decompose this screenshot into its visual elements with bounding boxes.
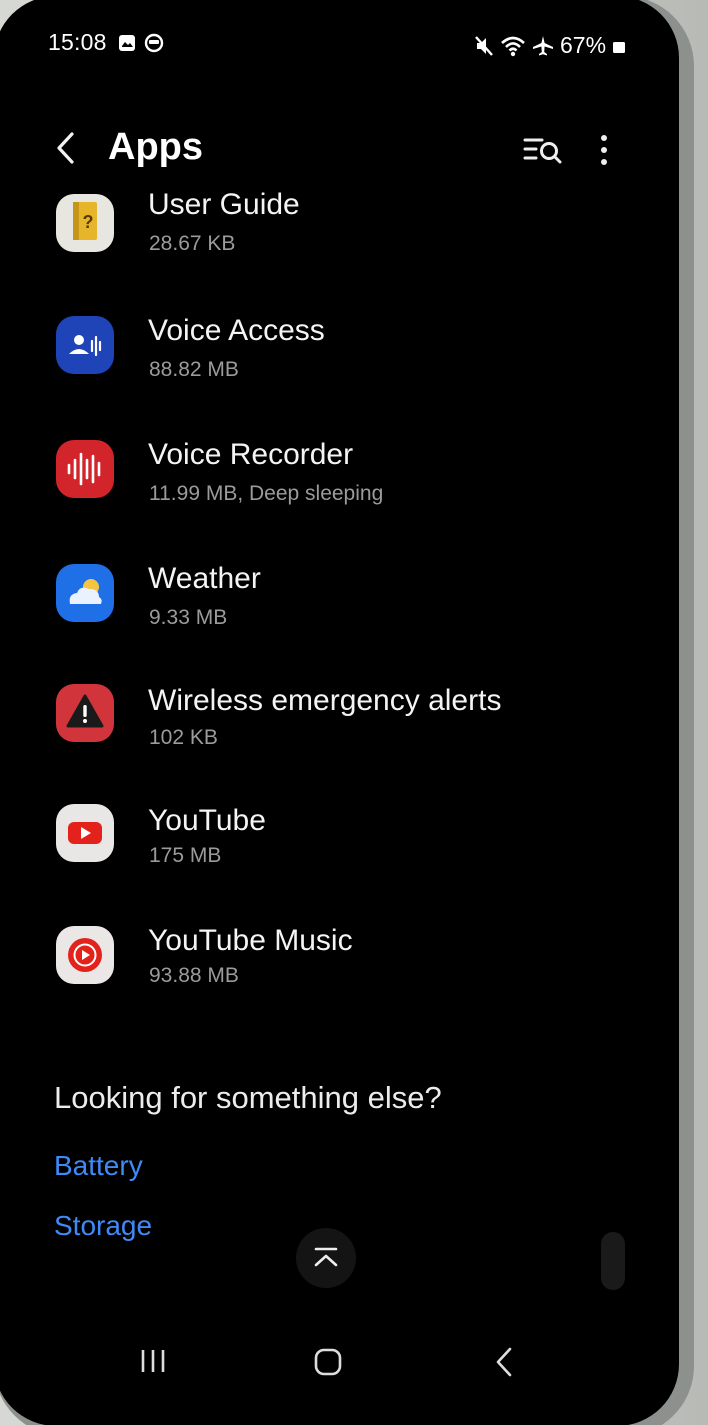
phone-screen: 15:08 67% Apps ? User Guide 28.67 KB Voi… <box>0 0 679 1425</box>
phone-frame: 15:08 67% Apps ? User Guide 28.67 KB Voi… <box>0 0 694 1425</box>
app-name: Voice Recorder <box>148 438 354 471</box>
app-name: YouTube Music <box>148 924 353 957</box>
app-list-viewport: ? User Guide 28.67 KB Voice Access 88.82… <box>0 186 679 1226</box>
battery-percent: 67% <box>560 32 607 58</box>
recents-icon[interactable] <box>128 1340 178 1384</box>
app-size: 102 KB <box>149 726 218 749</box>
app-name: Wireless emergency alerts <box>148 684 502 717</box>
back-icon[interactable] <box>480 1340 530 1384</box>
filter-search-icon[interactable] <box>522 132 564 168</box>
sync-icon <box>144 33 164 53</box>
list-item-youtube[interactable]: YouTube 175 MB <box>0 788 679 888</box>
scrollbar-handle[interactable] <box>601 1232 625 1290</box>
voice-recorder-icon <box>56 440 114 498</box>
wifi-icon <box>500 35 526 57</box>
warning-icon <box>56 684 114 742</box>
app-size: 93.88 MB <box>149 964 239 987</box>
youtube-icon <box>56 804 114 862</box>
status-time: 15:08 <box>48 29 107 55</box>
status-left-icons <box>118 33 164 53</box>
navigation-bar <box>0 1326 679 1396</box>
app-bar: Apps <box>0 116 679 186</box>
status-right-icons: 67% <box>474 32 626 59</box>
app-size: 88.82 MB <box>149 358 239 381</box>
voice-access-icon <box>56 316 114 374</box>
app-size: 28.67 KB <box>149 232 236 255</box>
app-name: User Guide <box>148 188 300 221</box>
app-name: Weather <box>148 562 261 595</box>
svg-text:?: ? <box>83 212 94 232</box>
airplane-icon <box>532 35 554 57</box>
app-name: Voice Access <box>148 314 325 347</box>
scroll-to-top-icon[interactable] <box>296 1228 356 1288</box>
user-guide-icon: ? <box>56 194 114 252</box>
list-item-user-guide[interactable]: ? User Guide 28.67 KB <box>0 186 679 274</box>
app-size: 11.99 MB, Deep sleeping <box>149 482 384 505</box>
page-title: Apps <box>108 126 203 168</box>
mute-icon <box>474 35 494 57</box>
list-item-voice-access[interactable]: Voice Access 88.82 MB <box>0 300 679 400</box>
back-arrow-icon[interactable] <box>52 128 82 168</box>
weather-icon <box>56 564 114 622</box>
storage-link[interactable]: Storage <box>54 1210 152 1242</box>
app-size: 9.33 MB <box>149 606 228 629</box>
app-size: 175 MB <box>149 844 222 867</box>
more-vertical-icon[interactable] <box>590 130 618 170</box>
list-item-youtube-music[interactable]: YouTube Music 93.88 MB <box>0 908 679 1008</box>
battery-icon <box>612 37 626 55</box>
battery-link[interactable]: Battery <box>54 1150 143 1182</box>
list-item-wireless-emergency-alerts[interactable]: Wireless emergency alerts 102 KB <box>0 668 679 768</box>
photo-background: 15:08 67% Apps ? User Guide 28.67 KB Voi… <box>0 0 708 1425</box>
youtube-music-icon <box>56 926 114 984</box>
app-name: YouTube <box>148 804 266 837</box>
suggestions-heading: Looking for something else? <box>54 1080 442 1115</box>
list-item-voice-recorder[interactable]: Voice Recorder 11.99 MB, Deep sleeping <box>0 424 679 524</box>
home-icon[interactable] <box>303 1340 353 1384</box>
list-item-weather[interactable]: Weather 9.33 MB <box>0 546 679 646</box>
gallery-icon <box>118 33 136 53</box>
